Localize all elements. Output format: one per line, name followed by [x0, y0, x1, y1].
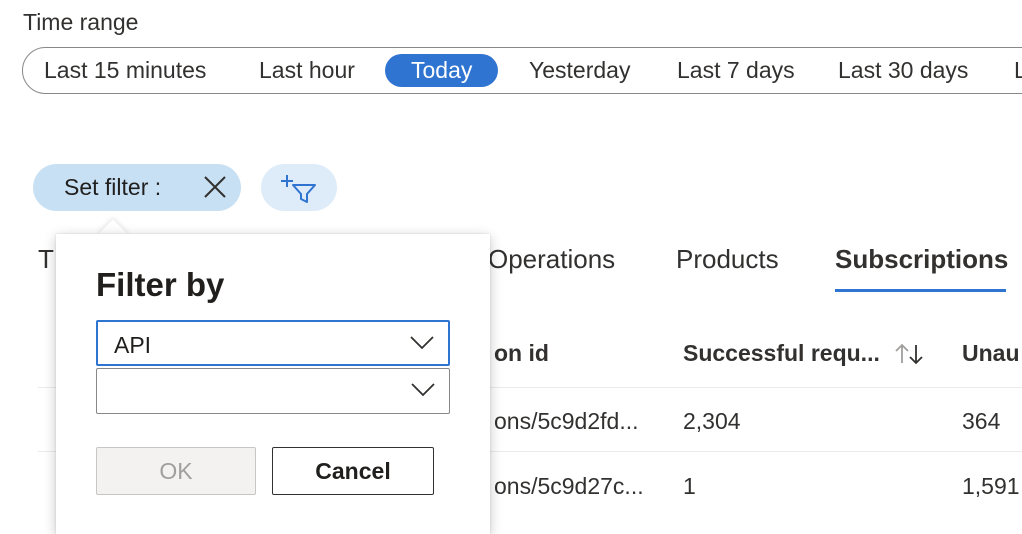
table-cell-unauthorized: 364	[962, 408, 1001, 434]
dropdown-value: API	[114, 332, 152, 358]
time-option-yesterday[interactable]: Yesterday	[529, 54, 630, 87]
column-header-successful-requests[interactable]: Successful requ...	[683, 340, 880, 367]
filter-field-dropdown[interactable]: API	[96, 320, 450, 366]
filter-popup: Filter by API OK Cancel	[56, 234, 490, 534]
tab-truncated[interactable]: T	[38, 244, 54, 275]
column-header-unauthorized[interactable]: Unau	[962, 340, 1020, 367]
cancel-button[interactable]: Cancel	[272, 447, 434, 495]
time-option-last-7-days[interactable]: Last 7 days	[677, 54, 795, 87]
tab-products[interactable]: Products	[676, 244, 779, 275]
add-filter-icon	[281, 175, 316, 203]
table-cell-id: ons/5c9d2fd...	[494, 408, 639, 434]
tab-operations[interactable]: Operations	[488, 244, 615, 275]
sort-icon[interactable]	[893, 341, 927, 372]
time-option-last-15-minutes[interactable]: Last 15 minutes	[44, 54, 206, 87]
set-filter-chip[interactable]: Set filter :	[33, 164, 241, 211]
add-filter-button[interactable]	[261, 164, 337, 211]
table-cell-unauthorized: 1,591	[962, 473, 1020, 499]
column-header-id[interactable]: on id	[494, 340, 549, 367]
active-tab-indicator	[835, 289, 1006, 292]
set-filter-label: Set filter :	[64, 174, 162, 200]
time-option-today[interactable]: Today	[385, 54, 499, 87]
ok-button[interactable]: OK	[96, 447, 256, 495]
table-cell-id: ons/5c9d27c...	[494, 473, 644, 499]
table-cell-successful: 1	[683, 473, 696, 499]
chevron-down-icon	[410, 336, 434, 355]
time-option-last-30-days[interactable]: Last 30 days	[838, 54, 968, 87]
time-range-selector: Last 15 minutes Last hour Today Yesterda…	[22, 47, 1022, 94]
close-icon[interactable]	[200, 172, 230, 202]
filter-value-dropdown[interactable]	[96, 368, 450, 414]
time-option-truncated[interactable]: L	[1014, 54, 1022, 87]
chevron-down-icon	[411, 383, 435, 402]
tab-subscriptions[interactable]: Subscriptions	[835, 244, 1008, 275]
time-option-last-hour[interactable]: Last hour	[259, 54, 355, 87]
popup-title: Filter by	[96, 266, 225, 303]
time-range-label: Time range	[23, 9, 139, 35]
table-cell-successful: 2,304	[683, 408, 741, 434]
